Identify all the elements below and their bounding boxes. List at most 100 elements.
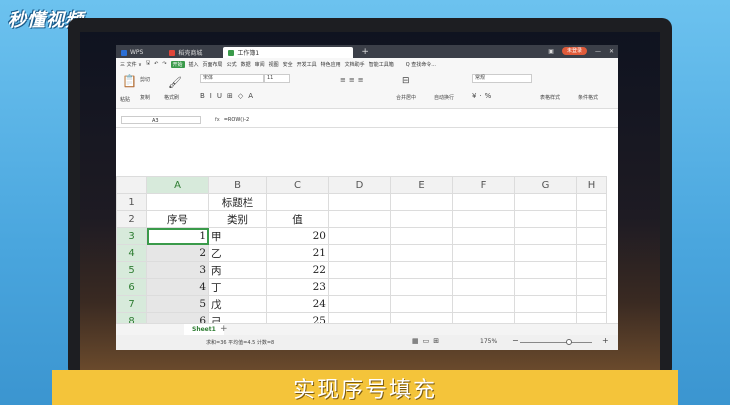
row-header[interactable]: 5 <box>116 261 147 279</box>
cell[interactable] <box>452 244 515 262</box>
cell[interactable] <box>266 193 329 211</box>
menu-item-page-layout[interactable]: 页面布局 <box>203 61 223 68</box>
column-header-a[interactable]: A <box>146 176 209 194</box>
cell[interactable] <box>576 295 607 313</box>
row-header[interactable]: 7 <box>116 295 147 313</box>
zoom-out-button[interactable]: − <box>512 336 519 345</box>
cell[interactable] <box>146 193 209 211</box>
cell[interactable] <box>390 193 453 211</box>
cell[interactable] <box>328 193 391 211</box>
save-icon[interactable]: 🖫 <box>146 60 150 68</box>
cell[interactable] <box>452 295 515 313</box>
column-header-f[interactable]: F <box>452 176 515 194</box>
cell[interactable]: 类别 <box>208 210 267 228</box>
menu-item-insert[interactable]: 插入 <box>189 61 199 68</box>
number-format-select[interactable]: 常规 <box>472 74 532 83</box>
cell[interactable]: 丁 <box>208 278 267 296</box>
merge-icon[interactable]: ⊟ <box>402 76 410 86</box>
cell[interactable]: 3 <box>146 261 209 279</box>
cell[interactable] <box>576 227 607 245</box>
conditional-format-button[interactable]: 条件格式 <box>578 94 598 101</box>
row-header[interactable]: 4 <box>116 244 147 262</box>
row-header[interactable]: 3 <box>116 227 147 245</box>
cell[interactable] <box>514 278 577 296</box>
tab-wps[interactable]: WPS <box>116 47 148 58</box>
cell[interactable] <box>514 295 577 313</box>
cell[interactable] <box>514 261 577 279</box>
undo-icon[interactable]: ↶ <box>154 61 158 67</box>
percent-format-icon[interactable]: ¥·% <box>472 92 494 100</box>
cell[interactable] <box>328 227 391 245</box>
add-tab-button[interactable]: + <box>361 47 369 57</box>
merge-center-button[interactable]: 合并居中 <box>396 94 416 101</box>
name-box[interactable]: A3 <box>121 116 201 124</box>
font-family-select[interactable]: 宋体 <box>200 74 264 83</box>
column-header-d[interactable]: D <box>328 176 391 194</box>
redo-icon[interactable]: ↷ <box>162 61 166 67</box>
formula-input[interactable]: =ROW()-2 <box>224 116 618 124</box>
cell[interactable] <box>328 295 391 313</box>
cell[interactable]: 2 <box>146 244 209 262</box>
align-buttons[interactable]: ≡≡≡ <box>340 76 367 84</box>
column-header-h[interactable]: H <box>576 176 607 194</box>
cell[interactable]: 5 <box>146 295 209 313</box>
menu-item-security[interactable]: 安全 <box>283 61 293 68</box>
zoom-slider[interactable] <box>520 342 592 343</box>
cell[interactable]: 23 <box>266 278 329 296</box>
row-header[interactable]: 6 <box>116 278 147 296</box>
table-style-button[interactable]: 表格样式 <box>540 94 560 101</box>
cell[interactable]: 戊 <box>208 295 267 313</box>
cell[interactable] <box>452 227 515 245</box>
cell[interactable] <box>576 193 607 211</box>
cell[interactable]: 标题栏 <box>208 193 267 211</box>
cell[interactable]: 甲 <box>208 227 267 245</box>
cell[interactable] <box>328 261 391 279</box>
add-sheet-button[interactable]: + <box>220 324 228 335</box>
font-style-buttons[interactable]: BIU⊞◇A <box>200 92 258 100</box>
zoom-slider-handle[interactable] <box>566 339 572 345</box>
row-header[interactable]: 2 <box>116 210 147 228</box>
cell[interactable] <box>514 210 577 228</box>
cell[interactable]: 4 <box>146 278 209 296</box>
copy-button[interactable]: 复制 <box>140 94 150 101</box>
file-menu[interactable]: 三 文件 ∨ <box>120 61 142 68</box>
cell[interactable] <box>390 210 453 228</box>
cell[interactable] <box>452 278 515 296</box>
cell[interactable]: 乙 <box>208 244 267 262</box>
cell[interactable] <box>576 210 607 228</box>
cell[interactable] <box>390 278 453 296</box>
font-size-select[interactable]: 11 <box>264 74 290 83</box>
cell[interactable] <box>514 227 577 245</box>
tab-workbook[interactable]: 工作簿1 <box>223 47 354 58</box>
paste-button[interactable]: 粘贴 <box>120 96 130 103</box>
corner-select-all[interactable] <box>116 176 147 194</box>
menu-item-features[interactable]: 特色应用 <box>321 61 341 68</box>
format-painter-button[interactable]: 格式刷 <box>164 94 179 101</box>
row-header[interactable]: 1 <box>116 193 147 211</box>
fx-icon[interactable]: fx <box>215 117 220 123</box>
menu-item-developer[interactable]: 开发工具 <box>297 61 317 68</box>
cell[interactable]: 丙 <box>208 261 267 279</box>
sheet-tab-sheet1[interactable]: Sheet1 <box>184 324 224 335</box>
tab-start[interactable]: 开始 <box>170 60 185 68</box>
format-painter-icon[interactable]: 🖌 <box>168 76 182 89</box>
menu-item-formula[interactable]: 公式 <box>227 61 237 68</box>
zoom-level[interactable]: 175% <box>480 338 497 345</box>
wrap-text-button[interactable]: 自动换行 <box>434 94 454 101</box>
command-search[interactable]: Q 查找命令... <box>406 61 436 68</box>
menu-item-doc-assistant[interactable]: 文档助手 <box>345 61 365 68</box>
menu-item-review[interactable]: 审阅 <box>255 61 265 68</box>
cell[interactable]: 20 <box>266 227 329 245</box>
column-header-b[interactable]: B <box>208 176 267 194</box>
cell[interactable] <box>390 227 453 245</box>
view-mode-icons[interactable]: ▦▭⊞ <box>412 337 443 345</box>
column-header-g[interactable]: G <box>514 176 577 194</box>
cell[interactable]: 值 <box>266 210 329 228</box>
minimize-icon[interactable]: — <box>595 48 601 55</box>
tab-docer[interactable]: 稻壳商城 <box>164 47 207 58</box>
zoom-in-button[interactable]: + <box>602 336 609 345</box>
login-button[interactable]: 未登录 <box>561 47 587 55</box>
menu-item-smart-tools[interactable]: 智能工具箱 <box>369 61 394 68</box>
cell[interactable] <box>390 295 453 313</box>
cell[interactable] <box>452 261 515 279</box>
